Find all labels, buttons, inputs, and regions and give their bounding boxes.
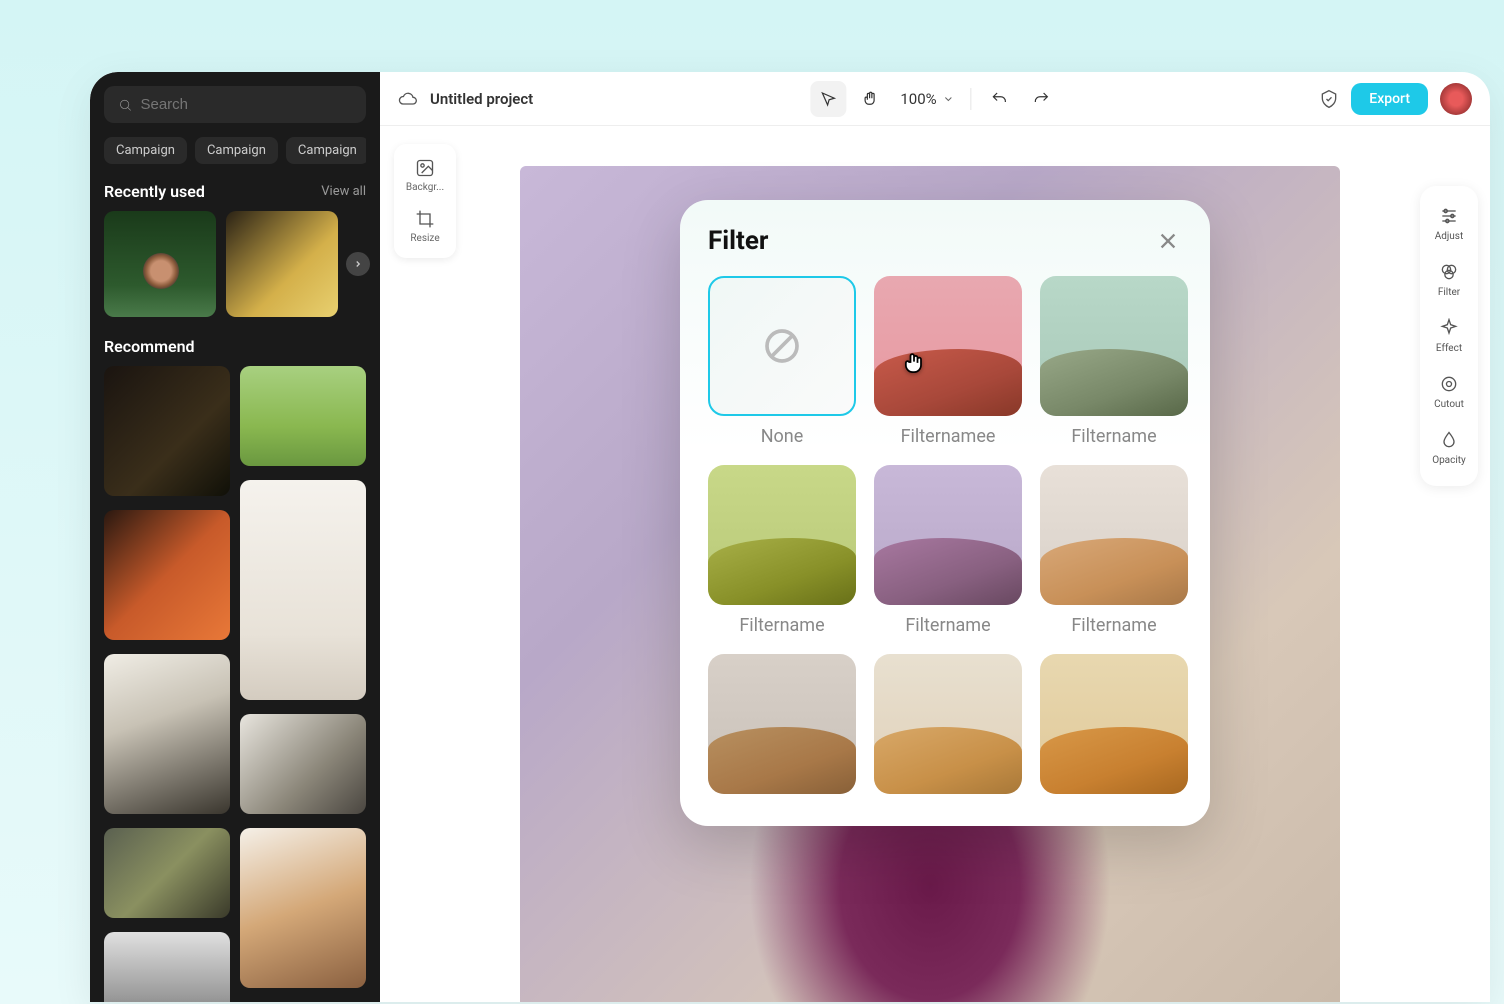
filter-option[interactable] (874, 654, 1022, 804)
search-input[interactable] (140, 96, 352, 113)
filter-label: Filternamee (901, 426, 996, 447)
asset-thumbnail[interactable] (104, 828, 230, 918)
project-title[interactable]: Untitled project (430, 90, 533, 108)
assets-sidebar: Campaign Campaign Campaign Recently used… (90, 72, 380, 1002)
search-field[interactable] (104, 86, 366, 123)
hand-icon (861, 90, 879, 108)
sparkle-icon (1439, 318, 1459, 338)
recently-used-row (104, 211, 366, 317)
asset-thumbnail[interactable] (240, 714, 366, 814)
filter-option[interactable]: Filtername (1040, 276, 1188, 447)
filter-label: Filter (1438, 287, 1460, 298)
image-icon (415, 158, 435, 178)
canvas-left-tools: Backgr... Resize (394, 144, 456, 258)
droplet-icon (1439, 430, 1459, 450)
filter-thumbnail (874, 276, 1022, 416)
resize-tool[interactable]: Resize (398, 203, 452, 250)
asset-thumbnail[interactable] (104, 510, 230, 640)
search-icon (118, 97, 132, 113)
recently-used-heading: Recently used (104, 182, 205, 201)
filter-label: None (761, 426, 804, 447)
zoom-value: 100% (900, 90, 936, 108)
sliders-icon (1439, 206, 1459, 226)
filter-thumbnail (874, 654, 1022, 794)
asset-thumbnail[interactable] (104, 932, 230, 1002)
filter-option[interactable] (1040, 654, 1188, 804)
close-button[interactable] (1154, 227, 1182, 255)
cursor-icon (819, 90, 837, 108)
filter-thumbnail (708, 465, 856, 605)
filter-option[interactable]: Filtername (874, 465, 1022, 636)
filter-label: Filtername (1071, 615, 1156, 636)
cutout-icon (1439, 374, 1459, 394)
cutout-label: Cutout (1434, 399, 1464, 410)
asset-thumbnail[interactable] (240, 366, 366, 466)
filter-thumbnail (1040, 465, 1188, 605)
hand-tool[interactable] (852, 81, 888, 117)
filter-option-none[interactable]: None (708, 276, 856, 447)
opacity-label: Opacity (1432, 455, 1466, 466)
resize-label: Resize (410, 233, 439, 244)
cloud-icon[interactable] (398, 89, 418, 109)
topbar: Untitled project 100% (380, 72, 1490, 126)
view-all-link[interactable]: View all (321, 184, 366, 199)
zoom-dropdown[interactable]: 100% (894, 90, 960, 108)
filter-option[interactable]: Filternamee (874, 276, 1022, 447)
filter-option[interactable]: Filtername (1040, 465, 1188, 636)
filter-icon (1439, 262, 1459, 282)
redo-button[interactable] (1024, 81, 1060, 117)
chevron-down-icon (943, 93, 955, 105)
filter-thumbnail (1040, 654, 1188, 794)
close-icon (1157, 230, 1179, 252)
export-button[interactable]: Export (1351, 83, 1428, 115)
background-label: Backgr... (406, 182, 444, 193)
asset-thumbnail[interactable] (240, 480, 366, 700)
filter-thumbnail (1040, 276, 1188, 416)
filter-option[interactable] (708, 654, 856, 804)
undo-button[interactable] (982, 81, 1018, 117)
asset-thumbnail[interactable] (226, 211, 338, 317)
recommend-grid (104, 366, 366, 1002)
chip-campaign[interactable]: Campaign (195, 137, 278, 164)
filter-thumbnail (874, 465, 1022, 605)
asset-thumbnail[interactable] (104, 211, 216, 317)
filter-thumbnail (708, 276, 856, 416)
filter-label: Filtername (1071, 426, 1156, 447)
chevron-right-icon (353, 259, 363, 269)
crop-icon (415, 209, 435, 229)
asset-thumbnail[interactable] (104, 366, 230, 496)
canvas-right-tools: Adjust Filter Effect Cutout Opacity (1420, 186, 1478, 486)
filter-label: Filtername (905, 615, 990, 636)
none-icon (762, 326, 802, 366)
filter-modal-title: Filter (708, 226, 768, 256)
select-tool[interactable] (810, 81, 846, 117)
category-chips: Campaign Campaign Campaign (104, 137, 366, 164)
effect-label: Effect (1436, 343, 1462, 354)
effect-tool[interactable]: Effect (1422, 308, 1476, 364)
filter-option[interactable]: Filtername (708, 465, 856, 636)
opacity-tool[interactable]: Opacity (1422, 420, 1476, 476)
separator (971, 88, 972, 110)
redo-icon (1033, 90, 1051, 108)
asset-thumbnail[interactable] (240, 828, 366, 988)
background-tool[interactable]: Backgr... (398, 152, 452, 199)
chip-campaign[interactable]: Campaign (104, 137, 187, 164)
scroll-right-button[interactable] (346, 252, 370, 276)
filter-label: Filtername (739, 615, 824, 636)
undo-icon (991, 90, 1009, 108)
asset-thumbnail[interactable] (104, 654, 230, 814)
recommend-heading: Recommend (104, 337, 195, 356)
shield-icon[interactable] (1319, 89, 1339, 109)
chip-campaign[interactable]: Campaign (286, 137, 366, 164)
adjust-label: Adjust (1435, 231, 1464, 242)
filter-modal: Filter None Filternamee Filtername Filte… (680, 200, 1210, 826)
cutout-tool[interactable]: Cutout (1422, 364, 1476, 420)
filter-tool[interactable]: Filter (1422, 252, 1476, 308)
user-avatar[interactable] (1440, 83, 1472, 115)
adjust-tool[interactable]: Adjust (1422, 196, 1476, 252)
filter-thumbnail (708, 654, 856, 794)
filter-grid: None Filternamee Filtername Filtername F… (708, 276, 1182, 804)
